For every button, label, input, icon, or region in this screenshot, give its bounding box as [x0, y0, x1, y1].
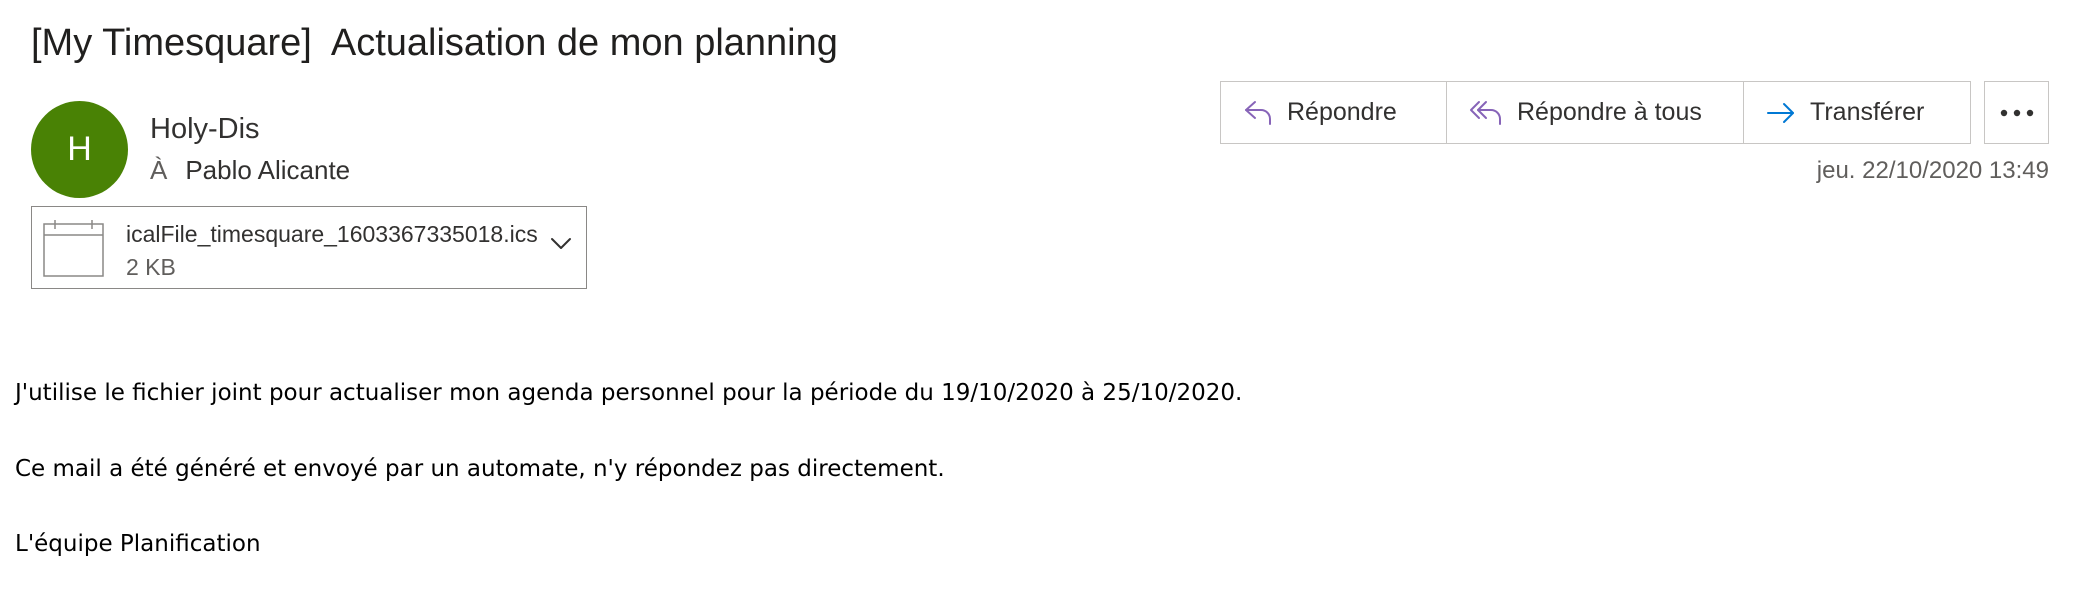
message-signature: L'équipe Planification — [15, 531, 261, 557]
calendar-file-icon — [43, 220, 104, 277]
reply-all-label: Répondre à tous — [1517, 98, 1702, 126]
more-actions-button[interactable] — [1984, 81, 2049, 144]
attachment-file-size: 2 KB — [126, 254, 176, 280]
forward-label: Transférer — [1810, 98, 1925, 126]
recipient-row: À Pablo Alicante — [150, 155, 350, 186]
received-datetime: jeu. 22/10/2020 13:49 — [1816, 157, 2049, 184]
forward-icon — [1767, 102, 1794, 123]
message-body-line-1: J'utilise le fichier joint pour actualis… — [15, 380, 1243, 406]
chevron-down-icon[interactable] — [550, 237, 572, 251]
forward-button[interactable]: Transférer — [1743, 82, 1970, 143]
sender-name[interactable]: Holy-Dis — [150, 113, 260, 146]
reply-all-button[interactable]: Répondre à tous — [1446, 82, 1743, 143]
ellipsis-icon — [2000, 109, 2033, 116]
attachment-file-name: icalFile_timesquare_1603367335018.ics — [126, 221, 538, 247]
attachment-card[interactable]: icalFile_timesquare_1603367335018.ics 2 … — [31, 206, 587, 289]
reply-button[interactable]: Répondre — [1221, 82, 1446, 143]
reply-label: Répondre — [1287, 98, 1397, 126]
reply-all-icon — [1470, 100, 1501, 125]
avatar-initial: H — [67, 130, 92, 168]
message-actions-toolbar: Répondre Répondre à tous Transférer — [1220, 81, 1971, 144]
message-body-line-2: Ce mail a été généré et envoyé par un au… — [15, 456, 945, 482]
to-label: À — [150, 155, 168, 185]
reply-icon — [1245, 100, 1271, 125]
recipient-name[interactable]: Pablo Alicante — [185, 155, 350, 185]
sender-avatar[interactable]: H — [31, 101, 128, 198]
email-subject: [My Timesquare] Actualisation de mon pla… — [31, 22, 838, 64]
